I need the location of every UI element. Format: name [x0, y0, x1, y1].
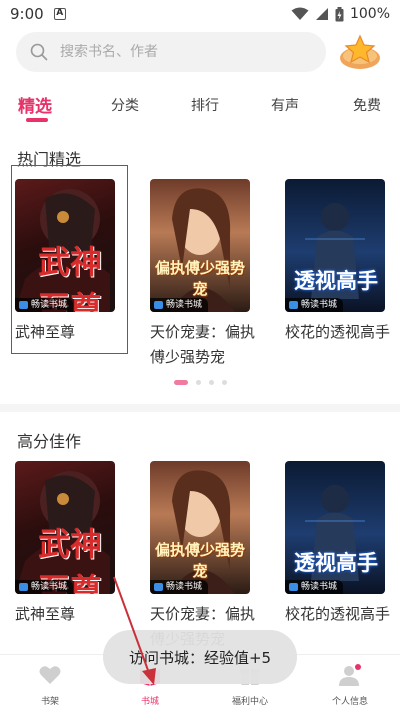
tab-ranking[interactable]: 排行 [191, 95, 219, 115]
heart-icon [39, 666, 61, 684]
book-card[interactable]: 透视高手 畅读书城 校花的透视高手 [285, 461, 390, 627]
cover-tag-text: 畅读书城 [301, 300, 338, 310]
publisher-icon [289, 301, 298, 309]
publisher-icon [154, 301, 163, 309]
tab-free[interactable]: 免费 [353, 95, 381, 115]
profile-icon [339, 664, 361, 686]
carousel-pager [0, 380, 400, 385]
nav-label: 书架 [40, 697, 59, 707]
nav-label: 福利中心 [231, 697, 268, 707]
book-title[interactable]: 校花的透视高手 [285, 602, 391, 627]
book-title[interactable]: 天价宠妻：偏执傅少强势宠 [150, 320, 256, 370]
status-time: 9:00 [10, 5, 44, 23]
tab-category[interactable]: 分类 [111, 95, 139, 115]
tab-featured[interactable]: 精选 [18, 92, 52, 117]
tab-audio[interactable]: 有声 [271, 95, 299, 115]
star-badge-icon[interactable] [338, 32, 382, 72]
battery-percent: 100% [349, 6, 390, 22]
publisher-icon [19, 583, 28, 591]
cover-tag-text: 畅读书城 [301, 582, 338, 592]
book-card[interactable]: 透视高手 畅读书城 校花的透视高手 [285, 179, 390, 345]
status-right: 100% [291, 6, 390, 22]
cover-title-text: 透视高手 [294, 551, 378, 575]
tab-active-indicator [26, 118, 48, 122]
cover-tag-text: 畅读书城 [166, 582, 203, 592]
battery-icon [335, 6, 344, 21]
book-cover[interactable]: 偏执傅少强势宠 畅读书城 [150, 179, 250, 312]
cover-title-text: 偏执傅少强势宠 [155, 541, 246, 580]
cover-tag-text: 畅读书城 [31, 582, 68, 592]
publisher-icon [154, 583, 163, 591]
cover-tag-text: 畅读书城 [166, 300, 203, 310]
nav-profile[interactable]: 个人信息 [300, 655, 400, 711]
wifi-icon [291, 7, 309, 20]
pager-dot [208, 380, 214, 385]
pager-dot-active [173, 380, 188, 385]
search-box[interactable] [16, 32, 326, 72]
search-input[interactable] [60, 44, 280, 60]
cover-tag: 畅读书城 [285, 580, 344, 594]
search-icon [30, 43, 48, 61]
toast-message: 访问书城：经验值+5 [103, 630, 297, 684]
cover-title-text: 透视高手 [294, 269, 378, 293]
book-cover[interactable]: 透视高手 畅读书城 [285, 461, 385, 594]
cover-tag: 畅读书城 [150, 580, 209, 594]
nav-label: 个人信息 [331, 697, 368, 707]
book-cover[interactable]: 武神至尊 畅读书城 [15, 461, 115, 594]
book-card[interactable]: 武神至尊 畅读书城 武神至尊 [15, 461, 115, 627]
signal-icon [315, 8, 328, 20]
status-bar: 9:00 A 100% [0, 0, 400, 28]
notification-a-icon: A [53, 8, 66, 20]
cover-tag: 畅读书城 [285, 298, 344, 312]
book-title[interactable]: 武神至尊 [15, 602, 121, 627]
book-cover[interactable]: 透视高手 畅读书城 [285, 179, 385, 312]
book-card[interactable]: 偏执傅少强势宠 畅读书城 天价宠妻：偏执傅少强势宠 [150, 461, 255, 652]
cover-tag: 畅读书城 [150, 298, 209, 312]
nav-bookshelf[interactable]: 书架 [0, 655, 100, 711]
section-title-top-rated: 高分佳作 [17, 432, 82, 451]
nav-label: 书城 [140, 697, 159, 707]
book-cover[interactable]: 偏执傅少强势宠 畅读书城 [150, 461, 250, 594]
book-title[interactable]: 校花的透视高手 [285, 320, 391, 345]
cover-title-text: 偏执傅少强势宠 [155, 259, 246, 298]
section-divider [0, 404, 400, 412]
search-row [16, 32, 386, 74]
pager-dot [221, 380, 227, 385]
book-card[interactable]: 偏执傅少强势宠 畅读书城 天价宠妻：偏执傅少强势宠 [150, 179, 255, 370]
pager-dot [195, 380, 201, 385]
annotation-highlight-box [11, 165, 128, 354]
cover-tag: 畅读书城 [15, 580, 74, 594]
publisher-icon [289, 583, 298, 591]
